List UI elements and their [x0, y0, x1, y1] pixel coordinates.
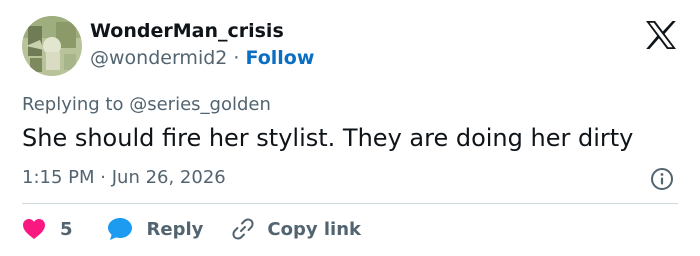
action-bar: 5 Reply Copy link: [22, 214, 361, 244]
info-icon[interactable]: [650, 167, 674, 191]
speech-bubble-icon: [107, 217, 133, 241]
display-name[interactable]: WonderMan_crisis: [90, 20, 284, 42]
timestamp[interactable]: 1:15 PM · Jun 26, 2026: [22, 167, 226, 188]
like-count: 5: [60, 218, 73, 240]
replying-to: Replying to @series_golden: [22, 94, 271, 115]
tweet-text: She should fire her stylist. They are do…: [22, 124, 634, 152]
reply-label: Reply: [146, 218, 204, 240]
tweet-date: Jun 26, 2026: [111, 167, 226, 188]
handle[interactable]: @wondermid2: [90, 47, 227, 69]
x-logo-icon[interactable]: [645, 21, 677, 49]
separator: ·: [233, 47, 240, 69]
reply-button[interactable]: Reply: [107, 217, 204, 241]
tweet-time: 1:15 PM: [22, 167, 95, 188]
divider: [22, 203, 678, 204]
handle-row: @wondermid2 · Follow: [90, 47, 314, 69]
like-button[interactable]: 5: [22, 218, 73, 240]
copy-link-button[interactable]: Copy link: [231, 217, 361, 241]
avatar[interactable]: [22, 16, 82, 76]
heart-icon: [22, 218, 46, 240]
replying-prefix: Replying to: [22, 94, 124, 115]
reply-mention[interactable]: @series_golden: [129, 94, 271, 115]
tweet-card: WonderMan_crisis @wondermid2 · Follow Re…: [0, 0, 700, 256]
link-icon: [231, 217, 255, 241]
copy-link-label: Copy link: [267, 218, 361, 240]
follow-button[interactable]: Follow: [246, 47, 315, 69]
timestamp-separator: ·: [100, 167, 106, 188]
